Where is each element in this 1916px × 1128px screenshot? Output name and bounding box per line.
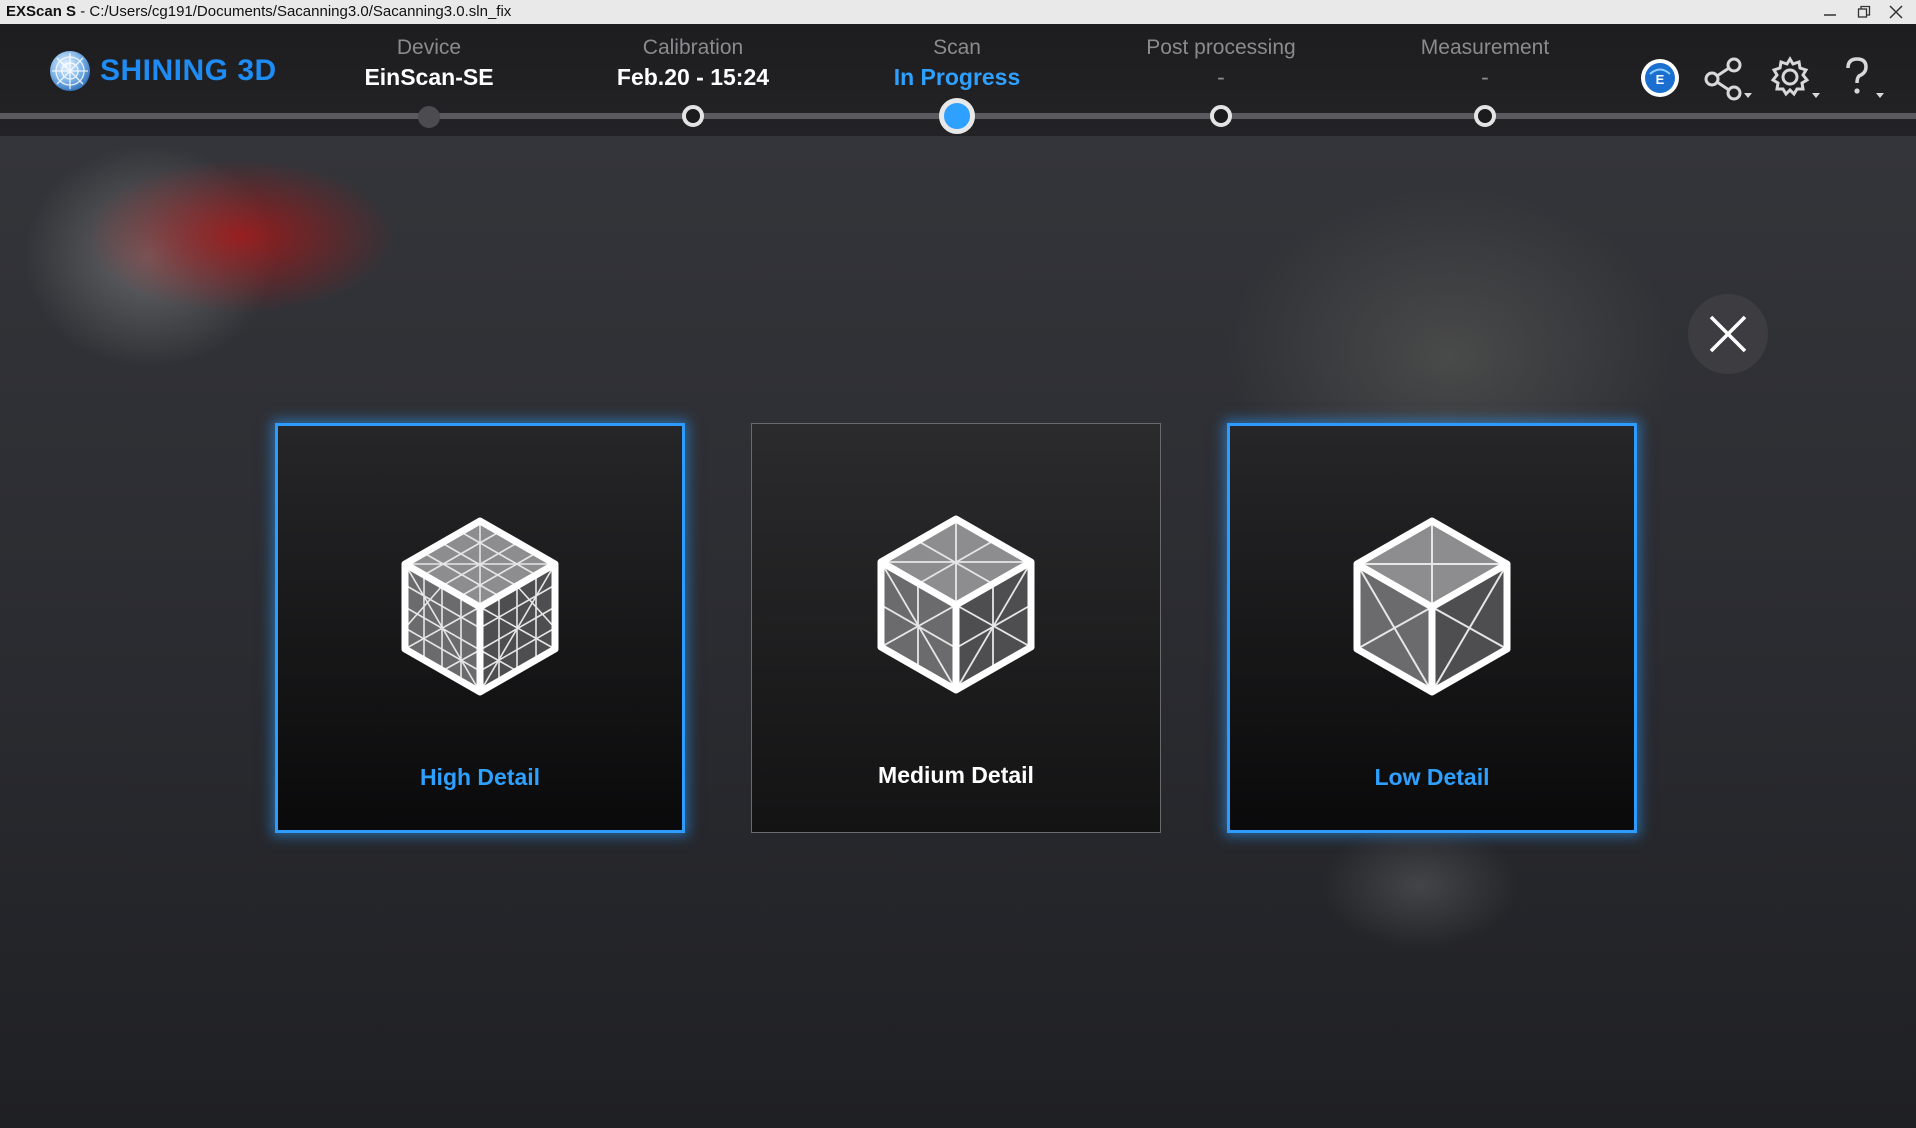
share-icon [1704,57,1752,101]
step-device[interactable]: Device EinScan-SE [299,34,559,92]
share-button[interactable] [1700,50,1756,106]
medium-detail-cube-icon [877,515,1035,694]
medium-detail-option[interactable]: Medium Detail [751,423,1161,833]
option-label: Medium Detail [878,762,1034,788]
help-button[interactable] [1836,50,1892,106]
minimize-button[interactable] [1814,0,1846,24]
step-value: In Progress [893,64,1021,90]
project-path: C:/Users/cg191/Documents/Sacanning3.0/Sa… [89,3,512,20]
step-value: EinScan-SE [364,64,494,90]
step-label: Measurement [1420,36,1550,59]
step-value: - [1217,64,1225,90]
svg-text:E: E [1656,72,1665,87]
option-label: Low Detail [1374,764,1490,790]
step-node-calibration[interactable] [682,105,704,127]
exmodel-icon: E [1641,59,1679,97]
window-title-bar: EXScan S - C:/Users/cg191/Documents/Saca… [0,0,1916,24]
high-detail-cube-icon [401,517,559,696]
shining3d-logo: SHINING 3D [48,49,277,93]
option-label: High Detail [419,764,541,790]
close-window-button[interactable] [1880,0,1912,24]
settings-button[interactable] [1768,50,1824,106]
app-name: EXScan S [6,3,77,20]
low-detail-cube-icon [1353,517,1511,696]
low-detail-option[interactable]: Low Detail [1227,423,1637,833]
step-node-post-processing[interactable] [1210,105,1232,127]
restore-button[interactable] [1848,0,1880,24]
step-post-processing[interactable]: Post processing - [1091,34,1351,92]
title-separator: - [76,3,90,20]
step-node-scan[interactable] [939,98,975,134]
minimize-icon [1824,14,1836,16]
step-value: Feb.20 - 15:24 [616,64,770,90]
window-title: EXScan S - C:/Users/cg191/Documents/Saca… [6,0,511,24]
step-node-measurement[interactable] [1474,105,1496,127]
step-scan[interactable]: Scan In Progress [827,34,1087,92]
step-node-device[interactable] [418,106,440,128]
gear-icon [1770,56,1820,98]
step-value: - [1481,64,1489,90]
close-window-icon [1889,5,1903,19]
step-label: Post processing [1146,36,1296,59]
step-label: Calibration [642,36,744,59]
help-icon [1846,57,1884,98]
close-dialog-button[interactable] [1688,294,1768,374]
workflow-header: SHINING 3D Device EinScan-SE Calibration… [0,24,1916,136]
step-label: Scan [933,36,981,59]
globe-logo-icon [50,51,90,91]
close-icon [1709,315,1747,353]
step-label: Device [396,36,462,59]
restore-icon [1857,5,1871,18]
brand-name: SHINING 3D [100,54,277,87]
step-measurement[interactable]: Measurement - [1355,34,1615,92]
high-detail-option[interactable]: High Detail [275,423,685,833]
step-calibration[interactable]: Calibration Feb.20 - 15:24 [563,34,823,92]
exmodel-button[interactable]: E [1632,50,1688,106]
